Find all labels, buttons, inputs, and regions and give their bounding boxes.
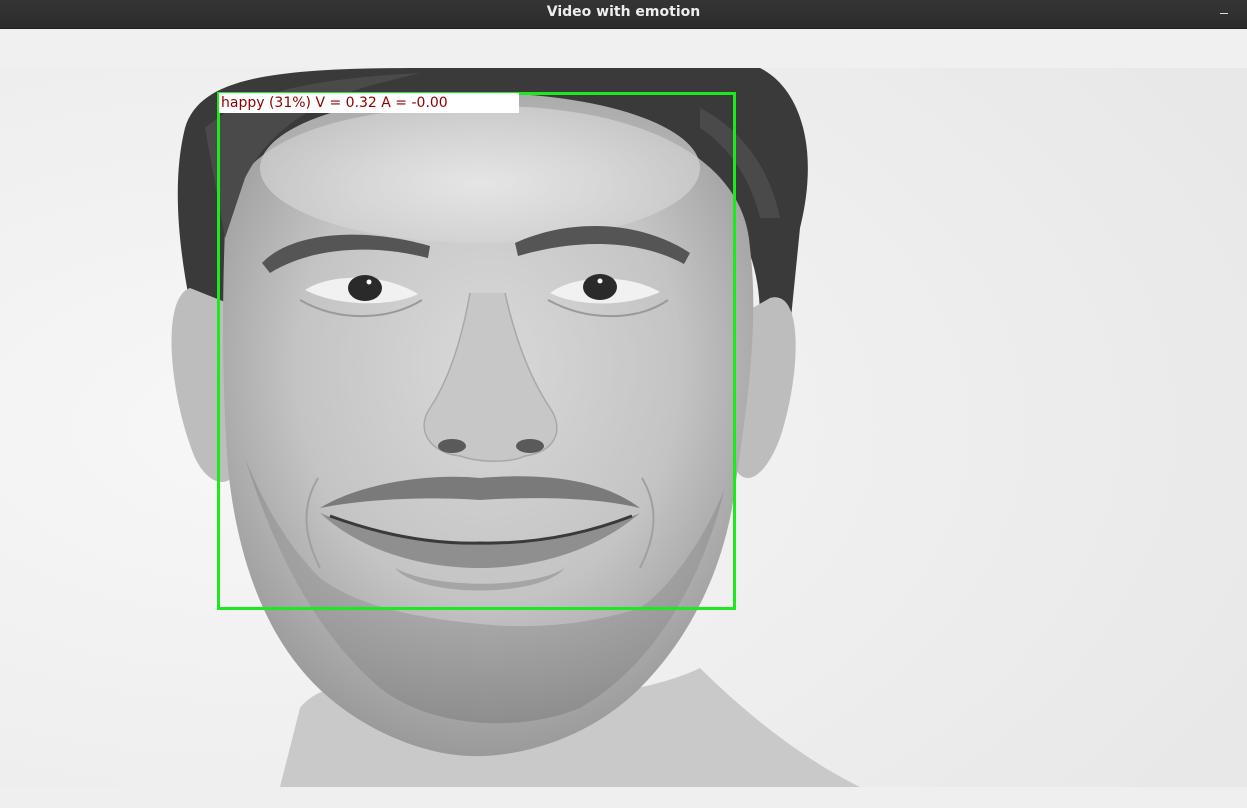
window-title: Video with emotion	[546, 4, 701, 20]
status-bar	[0, 787, 1247, 808]
emotion-label: happy (31%) V = 0.32 A = -0.00	[221, 95, 448, 111]
title-bar[interactable]: Video with emotion	[0, 0, 1247, 29]
video-frame: happy (31%) V = 0.32 A = -0.00	[0, 68, 1247, 787]
toolbar-area	[0, 29, 1247, 68]
minimize-icon	[1220, 13, 1228, 14]
app-window: Video with emotion happy (31%) V = 0.32 …	[0, 0, 1247, 808]
face-detection-box	[217, 92, 736, 610]
minimize-button[interactable]	[1215, 4, 1233, 22]
